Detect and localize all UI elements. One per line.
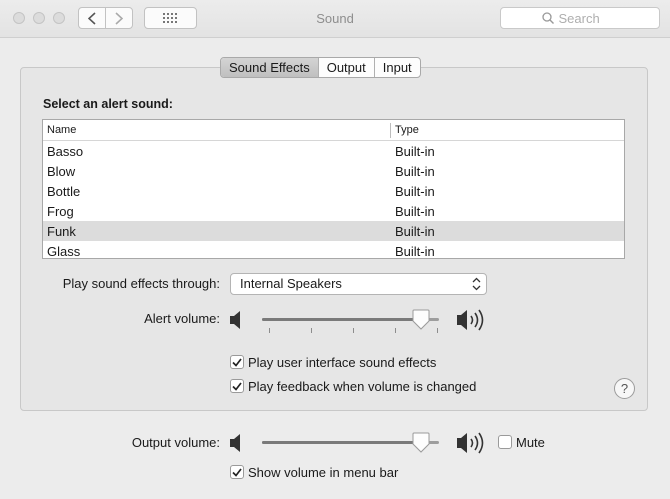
table-row[interactable]: Frog Built-in [43, 201, 624, 221]
sound-type: Built-in [395, 144, 435, 159]
checkmark-icon [232, 381, 242, 391]
output-volume-label: Output volume: [131, 435, 220, 450]
sound-name: Basso [47, 144, 84, 159]
alert-volume-label: Alert volume: [144, 311, 220, 326]
slider-fill [262, 318, 422, 321]
sound-type: Built-in [395, 244, 435, 259]
speaker-high-icon [457, 432, 484, 454]
table-row[interactable]: Glass Built-in [43, 241, 624, 259]
table-row[interactable]: Bottle Built-in [43, 181, 624, 201]
ui-sounds-label[interactable]: Play user interface sound effects [248, 355, 436, 370]
table-row[interactable]: Basso Built-in [43, 141, 624, 161]
chevron-up-down-icon [472, 277, 481, 291]
table-row[interactable]: Blow Built-in [43, 161, 624, 181]
toolbar: Sound [0, 0, 670, 38]
sound-name: Funk [47, 224, 76, 239]
speaker-low-icon [230, 311, 240, 329]
table-header: Name Type [43, 120, 624, 141]
slider-thumb[interactable] [412, 309, 430, 330]
sound-type: Built-in [395, 184, 435, 199]
help-button[interactable]: ? [614, 378, 635, 399]
column-divider[interactable] [390, 123, 391, 138]
sound-name: Frog [47, 204, 74, 219]
feedback-label[interactable]: Play feedback when volume is changed [248, 379, 476, 394]
show-volume-menu-bar-checkbox[interactable] [230, 465, 244, 479]
mute-label[interactable]: Mute [516, 435, 545, 450]
checkmark-icon [232, 467, 242, 477]
tab-output[interactable]: Output [319, 58, 375, 77]
sound-type: Built-in [395, 224, 435, 239]
ui-sounds-checkbox[interactable] [230, 355, 244, 369]
checkmark-icon [232, 357, 242, 367]
output-device-value: Internal Speakers [240, 276, 342, 291]
sound-name: Bottle [47, 184, 81, 199]
slider-tick [395, 328, 396, 333]
sound-name: Glass [47, 244, 81, 259]
tab-input[interactable]: Input [375, 58, 420, 77]
column-header-name[interactable]: Name [47, 124, 76, 136]
slider-tick [437, 328, 438, 333]
sound-type: Built-in [395, 204, 435, 219]
output-device-popup[interactable]: Internal Speakers [230, 273, 487, 295]
column-header-type[interactable]: Type [395, 124, 419, 136]
slider-tick [269, 328, 270, 333]
search-icon [541, 12, 554, 24]
alert-sound-table[interactable]: Name Type Basso Built-in Blow Built-in B… [42, 119, 625, 259]
slider-tick [353, 328, 354, 333]
tab-sound-effects[interactable]: Sound Effects [221, 58, 319, 77]
speaker-low-icon [230, 434, 240, 452]
slider-thumb[interactable] [412, 432, 430, 453]
tab-bar: Sound Effects Output Input [220, 57, 421, 78]
mute-checkbox[interactable] [498, 435, 512, 449]
search-input[interactable] [558, 10, 619, 26]
table-row-selected[interactable]: Funk Built-in [43, 221, 624, 241]
search-field[interactable] [500, 7, 660, 29]
speaker-high-icon [457, 309, 484, 331]
sound-name: Blow [47, 164, 76, 179]
feedback-checkbox[interactable] [230, 379, 244, 393]
sound-type: Built-in [395, 164, 435, 179]
show-volume-menu-bar-label[interactable]: Show volume in menu bar [248, 465, 398, 480]
slider-tick [311, 328, 312, 333]
alert-sound-heading: Select an alert sound: [43, 97, 173, 111]
play-through-label: Play sound effects through: [62, 276, 220, 291]
slider-fill [262, 441, 422, 444]
